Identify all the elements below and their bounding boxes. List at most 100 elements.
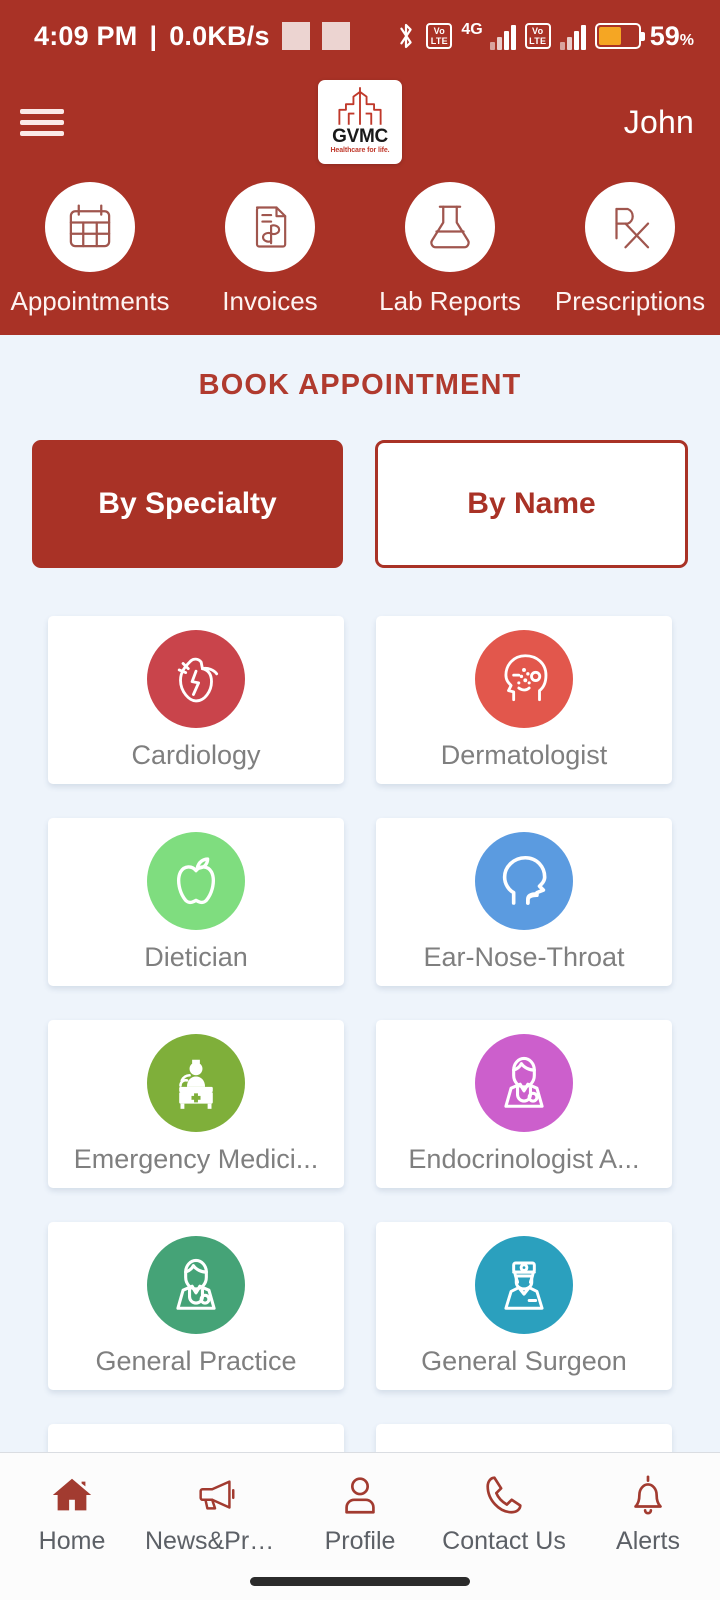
- nav-item-news-promotions[interactable]: News&Prom...: [144, 1469, 288, 1556]
- nav-item-home[interactable]: Home: [0, 1469, 144, 1556]
- nav-icon-wrap: [481, 1469, 527, 1521]
- specialty-card-general-surgeon[interactable]: General Surgeon: [376, 1222, 672, 1390]
- apple-icon: [177, 856, 215, 904]
- specialty-card-label: Ear-Nose-Throat: [423, 941, 625, 972]
- specialty-card-label: Dermatologist: [440, 739, 608, 770]
- gvmc-logo[interactable]: GVMC Healthcare for life.: [318, 80, 402, 164]
- person-icon: [345, 1477, 375, 1514]
- app-header: GVMC Healthcare for life. John: [0, 72, 720, 172]
- quick-action-prescriptions[interactable]: Prescriptions: [540, 182, 720, 317]
- specialty-icon-bg: [475, 1235, 573, 1334]
- volte-icon-1: Vo LTE: [426, 23, 453, 49]
- heart-anatomical-icon: [177, 657, 219, 702]
- specialty-card-emergency-medicine[interactable]: Emergency Medici...: [48, 1020, 344, 1188]
- volte-bottom-text-2: LTE: [529, 36, 547, 46]
- specialty-icon-bg: [147, 1235, 245, 1334]
- main-content: BOOK APPOINTMENT By Specialty By Name Ca…: [0, 335, 720, 1592]
- nav-icon-wrap: [193, 1469, 239, 1521]
- logo-text: GVMC: [332, 126, 388, 147]
- specialty-card-dermatologist[interactable]: Dermatologist: [376, 616, 672, 784]
- battery-percent: 59%: [649, 20, 694, 51]
- nav-item-contact-us[interactable]: Contact Us: [432, 1469, 576, 1556]
- quick-actions-bar: Appointments Invoices Lab Reports Prescr…: [0, 172, 720, 335]
- rx-prescription-icon: [615, 207, 650, 249]
- volte-top-text: Vo: [433, 26, 446, 36]
- home-indicator: [250, 1577, 470, 1586]
- nav-label: Alerts: [616, 1527, 680, 1555]
- status-bar-right: Vo LTE 4G Vo LTE 59%: [395, 21, 694, 52]
- nav-icon-wrap: [625, 1469, 671, 1521]
- user-name-label[interactable]: John: [624, 104, 694, 141]
- quick-action-label: Prescriptions: [554, 286, 706, 316]
- nurse-desk-icon: [179, 1059, 213, 1109]
- volte-top-text-2: Vo: [532, 26, 544, 36]
- bluetooth-icon: [400, 23, 413, 49]
- specialty-icon-bg: [147, 1033, 245, 1132]
- megaphone-icon: [199, 1480, 235, 1510]
- quick-action-label: Appointments: [10, 286, 170, 316]
- quick-action-lab-reports[interactable]: Lab Reports: [360, 182, 540, 317]
- specialty-card-endocrinologist[interactable]: Endocrinologist A...: [376, 1020, 672, 1188]
- doctor-icon: [504, 1056, 544, 1108]
- booking-mode-tabs: By Specialty By Name: [0, 440, 720, 568]
- logo-tagline: Healthcare for life.: [330, 147, 390, 154]
- building-logo-icon: [338, 87, 382, 125]
- specialty-card-label: General Practice: [95, 1345, 297, 1376]
- bell-icon: [634, 1475, 662, 1515]
- status-network-speed: 0.0KB/s: [169, 20, 270, 51]
- volte-icon-2: Vo LTE: [524, 23, 551, 49]
- quick-action-label: Invoices: [222, 286, 318, 316]
- specialty-card-label: Dietician: [144, 941, 248, 972]
- tab-by-specialty[interactable]: By Specialty: [32, 440, 343, 568]
- tab-by-name-label: By Name: [467, 487, 596, 520]
- tab-by-name[interactable]: By Name: [375, 440, 688, 568]
- specialty-card-general-practice[interactable]: General Practice: [48, 1222, 344, 1390]
- signal-bars-icon-2: [559, 22, 586, 50]
- nav-item-profile[interactable]: Profile: [288, 1469, 432, 1556]
- specialty-icon-bg: [475, 831, 573, 930]
- home-icon: [52, 1478, 92, 1511]
- nav-label: Profile: [324, 1527, 396, 1555]
- invoice-dollar-icon: [255, 206, 287, 248]
- specialty-icon-bg: [147, 629, 245, 728]
- specialty-grid: Cardiology Dermatologist Dietician Ear-N…: [0, 616, 720, 1592]
- status-time: 4:09 PM: [34, 20, 138, 51]
- page-title: BOOK APPOINTMENT: [198, 369, 522, 401]
- specialty-icon-bg: [475, 1033, 573, 1132]
- tab-by-specialty-label: By Specialty: [98, 487, 277, 520]
- specialty-card-dietician[interactable]: Dietician: [48, 818, 344, 986]
- head-ent-icon: [502, 855, 547, 905]
- nav-label: News&Prom...: [145, 1527, 287, 1555]
- skin-face-icon: [504, 653, 548, 701]
- nav-item-alerts[interactable]: Alerts: [576, 1469, 720, 1556]
- nav-label: Contact Us: [442, 1527, 566, 1555]
- battery-fill: [598, 27, 622, 45]
- nav-icon-wrap: [337, 1469, 383, 1521]
- specialty-icon-bg: [147, 831, 245, 930]
- signal-bars-icon-1: [489, 22, 516, 50]
- status-separator: |: [149, 20, 158, 51]
- nav-label: Home: [38, 1527, 106, 1555]
- phone-icon: [486, 1476, 522, 1514]
- network-type-label: 4G: [461, 20, 483, 38]
- hamburger-menu-icon[interactable]: [20, 97, 64, 148]
- quick-action-icon-wrap: [225, 182, 315, 272]
- quick-action-label: Lab Reports: [379, 286, 521, 316]
- specialty-card-label: General Surgeon: [421, 1345, 627, 1376]
- battery-icon: [594, 23, 645, 49]
- specialty-card-cardiology[interactable]: Cardiology: [48, 616, 344, 784]
- status-bar-left: 4:09 PM | 0.0KB/s: [34, 21, 350, 52]
- quick-action-icon-wrap: [585, 182, 675, 272]
- specialty-card-ear-nose-throat[interactable]: Ear-Nose-Throat: [376, 818, 672, 986]
- doctor-icon: [176, 1258, 216, 1310]
- status-notification-placeholder-2: [321, 22, 350, 50]
- calendar-icon: [69, 204, 111, 248]
- quick-action-icon-wrap: [45, 182, 135, 272]
- specialty-card-label: Endocrinologist A...: [408, 1143, 640, 1174]
- quick-action-appointments[interactable]: Appointments: [0, 182, 180, 317]
- quick-action-invoices[interactable]: Invoices: [180, 182, 360, 317]
- flask-icon: [430, 205, 470, 249]
- nav-icon-wrap: [49, 1469, 95, 1521]
- status-notification-placeholder-1: [281, 22, 310, 50]
- surgeon-icon: [504, 1261, 544, 1310]
